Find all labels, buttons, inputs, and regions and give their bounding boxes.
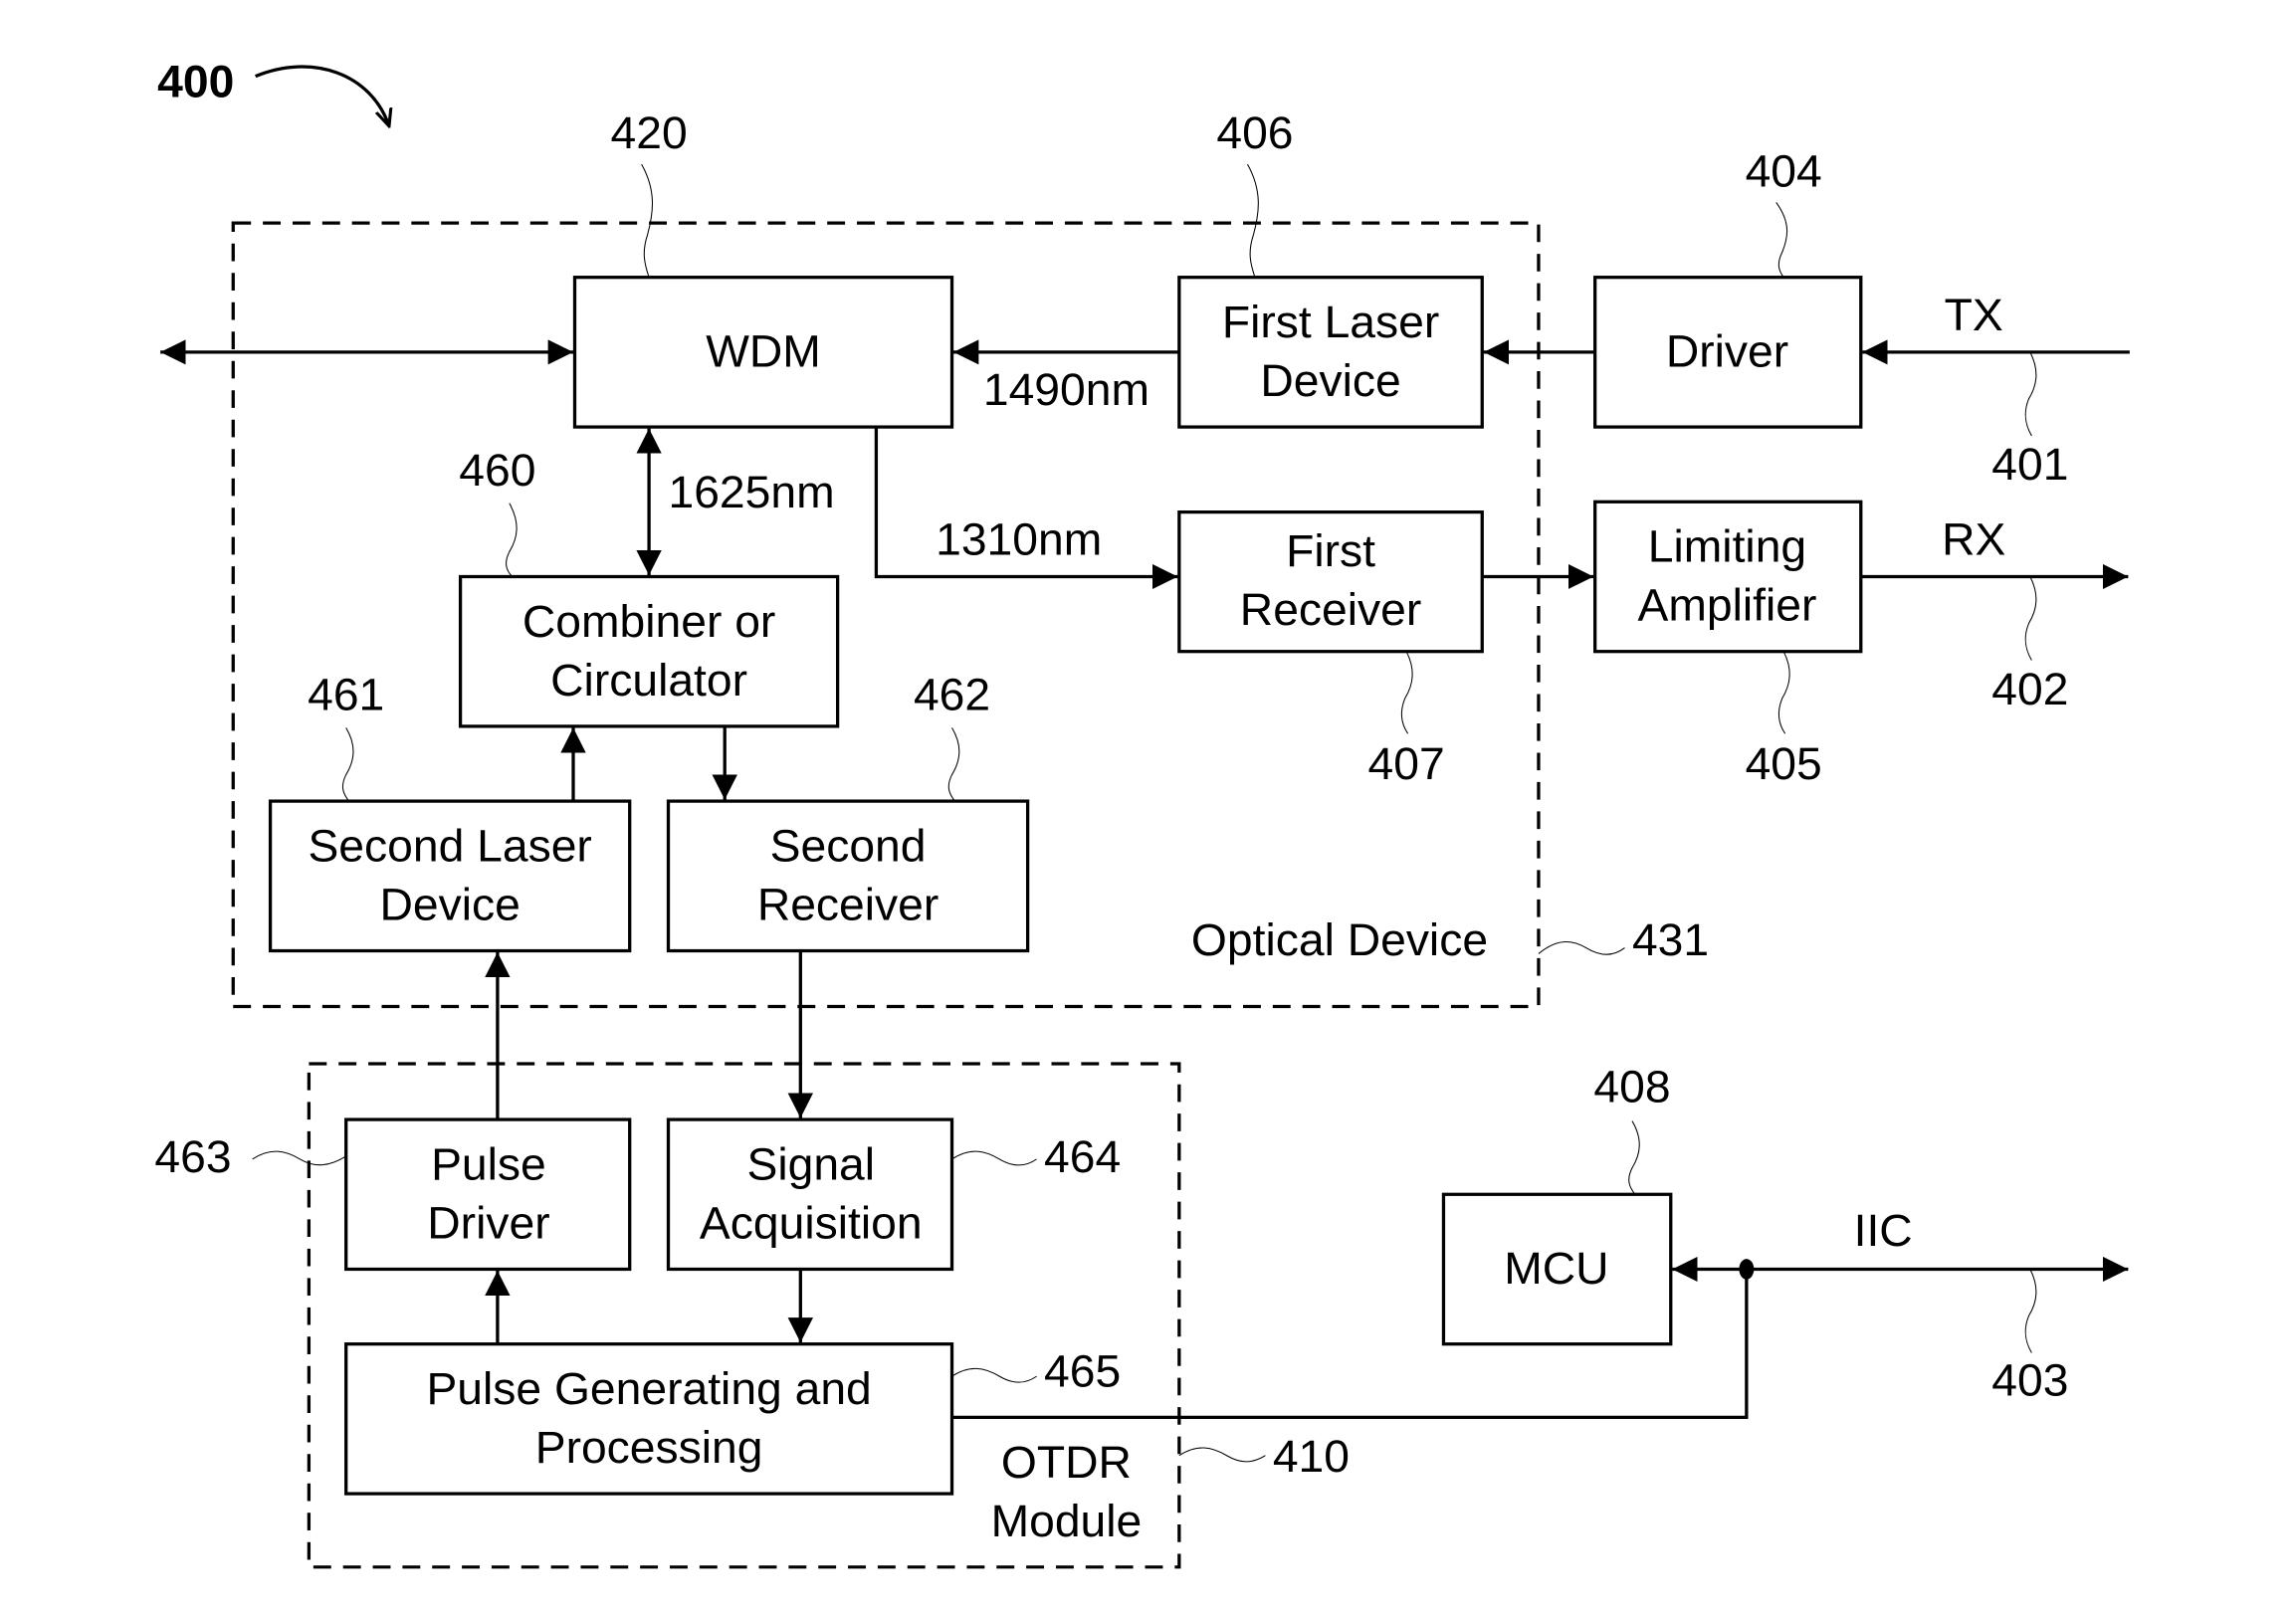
leader-402: [2024, 576, 2037, 661]
ref-401: 401: [1991, 438, 2068, 490]
svg-text:Amplifier: Amplifier: [1638, 579, 1817, 631]
leader-404: [1775, 202, 1788, 278]
ref-402: 402: [1991, 663, 2068, 714]
svg-text:Second: Second: [770, 820, 927, 872]
mcu-block: MCU: [1441, 1192, 1673, 1346]
svg-text:Receiver: Receiver: [757, 879, 939, 930]
ref-465: 465: [1044, 1345, 1121, 1397]
svg-text:Driver: Driver: [427, 1197, 549, 1249]
svg-text:Processing: Processing: [535, 1421, 763, 1473]
leader-463: [252, 1150, 346, 1166]
leader-461: [341, 727, 354, 802]
leader-465: [951, 1367, 1037, 1383]
svg-text:WDM: WDM: [706, 325, 821, 377]
svg-text:MCU: MCU: [1504, 1242, 1608, 1294]
svg-text:Second Laser: Second Laser: [308, 820, 591, 872]
ref-407: 407: [1368, 737, 1445, 789]
optical-device-label: Optical Device: [1191, 913, 1488, 965]
ref-404: 404: [1746, 145, 1822, 197]
second-receiver-block: Second Receiver: [666, 799, 1030, 953]
first-receiver-block: First Receiver: [1177, 509, 1484, 654]
svg-text:Combiner or: Combiner or: [522, 595, 775, 647]
ref-460: 460: [459, 444, 535, 496]
leader-462: [947, 727, 960, 802]
svg-text:Driver: Driver: [1666, 325, 1788, 377]
svg-text:Device: Device: [1260, 354, 1400, 406]
leader-431: [1538, 941, 1625, 955]
otdr-module-label-line1: OTDR: [1001, 1436, 1132, 1488]
figure-pointer-arrow-icon: [255, 65, 389, 126]
combiner-circulator-block: Combiner or Circulator: [458, 574, 840, 728]
driver-block: Driver: [1593, 276, 1863, 429]
svg-text:First: First: [1286, 524, 1375, 576]
iic-label: IIC: [1854, 1204, 1913, 1256]
ref-410: 410: [1273, 1430, 1350, 1482]
tx-label: TX: [1945, 289, 2003, 340]
rx-label: RX: [1942, 513, 2005, 565]
leader-464: [951, 1150, 1037, 1166]
second-laser-device-block: Second Laser Device: [268, 799, 632, 953]
svg-text:Limiting: Limiting: [1648, 520, 1806, 572]
ref-408: 408: [1593, 1061, 1670, 1112]
otdr-module-label-line2: Module: [991, 1495, 1143, 1546]
ref-405: 405: [1746, 737, 1822, 789]
block-diagram: 400 WDM First Laser Device Driver First …: [154, 56, 2130, 1569]
first-laser-device-block: First Laser Device: [1177, 276, 1484, 429]
ref-420: 420: [611, 106, 688, 158]
svg-text:First Laser: First Laser: [1222, 296, 1439, 347]
wavelength-1310-label: 1310nm: [936, 513, 1102, 565]
ref-464: 464: [1044, 1130, 1121, 1182]
svg-text:Acquisition: Acquisition: [700, 1197, 923, 1249]
wavelength-1490-label: 1490nm: [983, 363, 1149, 415]
signal-acquisition-block: Signal Acquisition: [666, 1117, 954, 1272]
ref-463: 463: [154, 1130, 231, 1182]
leader-407: [1400, 651, 1413, 734]
pulse-driver-block: Pulse Driver: [344, 1117, 632, 1272]
leader-408: [1628, 1120, 1640, 1195]
limiting-amplifier-block: Limiting Amplifier: [1593, 500, 1863, 654]
ref-461: 461: [308, 669, 384, 720]
figure-number: 400: [157, 56, 234, 107]
ref-406: 406: [1216, 106, 1293, 158]
svg-text:Device: Device: [379, 879, 520, 930]
svg-text:Circulator: Circulator: [550, 654, 747, 706]
ref-462: 462: [914, 669, 990, 720]
ref-431: 431: [1632, 913, 1709, 965]
leader-401: [2024, 351, 2037, 437]
wavelength-1625-label: 1625nm: [669, 466, 835, 517]
svg-text:Receiver: Receiver: [1240, 583, 1421, 635]
leader-406: [1247, 163, 1259, 278]
iic-junction-dot: [1739, 1259, 1755, 1280]
leader-460: [506, 503, 518, 577]
svg-text:Pulse: Pulse: [431, 1138, 546, 1190]
leader-405: [1777, 651, 1790, 734]
leader-410: [1178, 1447, 1266, 1463]
svg-text:Pulse Generating and: Pulse Generating and: [426, 1362, 871, 1414]
ref-403: 403: [1991, 1354, 2068, 1406]
leader-403: [2024, 1269, 2037, 1353]
wdm-block: WDM: [572, 276, 954, 429]
leader-420: [641, 163, 654, 278]
svg-text:Signal: Signal: [746, 1138, 875, 1190]
pulse-generating-processing-block: Pulse Generating and Processing: [344, 1342, 954, 1496]
